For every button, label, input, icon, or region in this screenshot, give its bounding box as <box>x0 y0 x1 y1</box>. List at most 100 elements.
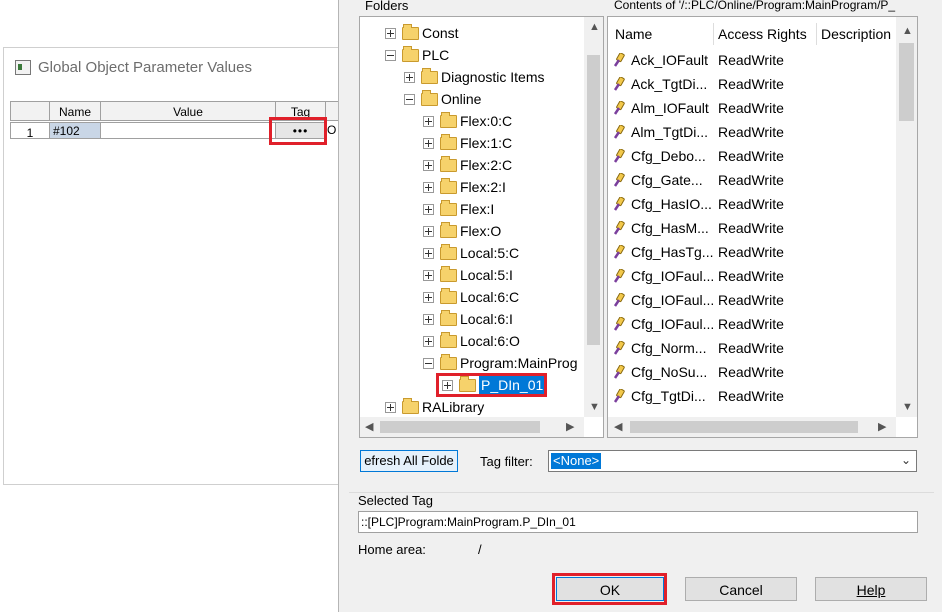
refresh-all-folders-button[interactable]: efresh All Folde <box>360 450 458 472</box>
tag-list-row[interactable]: Cfg_TgtDi... ReadWrite <box>608 384 896 408</box>
tag-list-row[interactable]: Alm_TgtDi... ReadWrite <box>608 120 896 144</box>
tag-access-rights: ReadWrite <box>718 244 784 260</box>
tag-list-row[interactable]: Ack_IOFault ReadWrite <box>608 48 896 72</box>
name-column-header[interactable]: Name <box>49 101 101 121</box>
folders-hscroll-thumb[interactable] <box>380 421 540 433</box>
tag-name: Cfg_Norm... <box>631 340 707 356</box>
expand-plus-icon[interactable] <box>423 182 434 193</box>
tag-column-header[interactable]: Tag <box>275 101 326 121</box>
tag-list-row[interactable]: Cfg_IOFaul... ReadWrite <box>608 312 896 336</box>
tag-name: Cfg_HasIO... <box>631 196 712 212</box>
folder-icon <box>440 332 457 348</box>
tag-icon <box>613 293 625 307</box>
folder-icon <box>402 24 419 40</box>
tag-list-row[interactable]: Cfg_Norm... ReadWrite <box>608 336 896 360</box>
expand-plus-icon[interactable] <box>423 204 434 215</box>
collapse-minus-icon[interactable] <box>385 50 396 61</box>
folders-horizontal-scrollbar[interactable]: ◀ ▶ <box>360 417 584 437</box>
tag-icon <box>613 197 625 211</box>
expand-plus-icon[interactable] <box>385 28 396 39</box>
expand-plus-icon[interactable] <box>423 336 434 347</box>
access-rights-column[interactable]: Access Rights <box>718 26 807 42</box>
tag-access-rights: ReadWrite <box>718 76 784 92</box>
selected-tag-field[interactable]: ::[PLC]Program:MainProgram.P_DIn_01 <box>358 511 918 533</box>
tag-browse-button[interactable]: ••• <box>275 122 326 139</box>
tag-access-rights: ReadWrite <box>718 220 784 236</box>
value-cell[interactable] <box>100 122 276 139</box>
collapse-minus-icon[interactable] <box>423 358 434 369</box>
description-column[interactable]: Description <box>821 26 891 42</box>
row-index: 1 <box>10 122 50 140</box>
collapse-minus-icon[interactable] <box>404 94 415 105</box>
contents-horizontal-scrollbar[interactable]: ◀ ▶ <box>608 417 896 437</box>
tag-list-row[interactable]: Cfg_IOFaul... ReadWrite <box>608 288 896 312</box>
tag-icon <box>613 221 625 235</box>
scroll-up-arrow-icon[interactable]: ▲ <box>589 21 600 33</box>
ok-button[interactable]: OK <box>556 577 664 601</box>
chevron-down-icon: ⌄ <box>900 453 911 467</box>
tag-filter-dropdown[interactable]: <None> ⌄ <box>548 450 917 472</box>
list-scroll-down-arrow-icon[interactable]: ▼ <box>902 401 913 413</box>
folders-tree-panel[interactable]: Const PLC Diagnostic Items Online Flex:0:C Fl… <box>359 16 604 438</box>
tag-list-row[interactable]: Cfg_Debo... ReadWrite <box>608 144 896 168</box>
name-column[interactable]: Name <box>615 26 652 42</box>
tree-item-label: Const <box>422 25 459 41</box>
tag-list-row[interactable]: Alm_IOFault ReadWrite <box>608 96 896 120</box>
expand-plus-icon[interactable] <box>423 138 434 149</box>
tag-access-rights: ReadWrite <box>718 52 784 68</box>
folder-icon <box>440 112 457 128</box>
scroll-left-arrow-icon[interactable]: ◀ <box>365 420 373 433</box>
contents-scroll-thumb[interactable] <box>899 43 914 121</box>
expand-plus-icon[interactable] <box>442 380 453 391</box>
contents-vertical-scrollbar[interactable]: ▲ ▼ <box>896 17 917 417</box>
contents-hscroll-thumb[interactable] <box>630 421 858 433</box>
row-number-header <box>10 101 50 121</box>
name-cell[interactable]: #102 <box>49 122 101 139</box>
value-column-header[interactable]: Value <box>100 101 276 121</box>
expand-plus-icon[interactable] <box>423 160 434 171</box>
help-button[interactable]: Help <box>815 577 927 601</box>
tag-list-row[interactable]: Cfg_IOFaul... ReadWrite <box>608 264 896 288</box>
tag-name: Alm_IOFault <box>631 100 709 116</box>
folder-icon <box>440 354 457 370</box>
list-scroll-right-arrow-icon[interactable]: ▶ <box>878 420 886 433</box>
contents-list-panel[interactable]: Name Access Rights Description Ack_IOFau… <box>607 16 918 438</box>
expand-plus-icon[interactable] <box>404 72 415 83</box>
tag-name: Cfg_IOFaul... <box>631 292 715 308</box>
folder-icon <box>440 156 457 172</box>
list-scroll-up-arrow-icon[interactable]: ▲ <box>902 25 913 37</box>
expand-plus-icon[interactable] <box>423 270 434 281</box>
tag-list-row[interactable]: Cfg_HasIO... ReadWrite <box>608 192 896 216</box>
expand-plus-icon[interactable] <box>423 116 434 127</box>
scroll-right-arrow-icon[interactable]: ▶ <box>566 420 574 433</box>
tag-list-row[interactable]: Cfg_Gate... ReadWrite <box>608 168 896 192</box>
expand-plus-icon[interactable] <box>423 226 434 237</box>
tag-icon <box>613 389 625 403</box>
cancel-button[interactable]: Cancel <box>685 577 797 601</box>
folders-vertical-scrollbar[interactable]: ▲ ▼ <box>584 17 603 417</box>
tag-list-row[interactable]: Cfg_HasTg... ReadWrite <box>608 240 896 264</box>
expand-plus-icon[interactable] <box>423 248 434 259</box>
tag-icon <box>613 245 625 259</box>
folder-icon <box>421 68 438 84</box>
folder-icon <box>440 288 457 304</box>
expand-plus-icon[interactable] <box>423 292 434 303</box>
tag-name: Cfg_IOFaul... <box>631 316 715 332</box>
tag-list-row[interactable]: Cfg_HasM... ReadWrite <box>608 216 896 240</box>
tag-list-row[interactable]: Ack_TgtDi... ReadWrite <box>608 72 896 96</box>
tree-item-label: P_DIn_01 <box>479 376 546 394</box>
expand-plus-icon[interactable] <box>385 402 396 413</box>
folder-icon <box>440 222 457 238</box>
tree-item-label: Program:MainProg <box>460 355 578 371</box>
tag-icon <box>613 53 625 67</box>
tag-name: Cfg_HasTg... <box>631 244 714 260</box>
folders-scroll-thumb[interactable] <box>587 55 600 345</box>
tag-icon <box>613 269 625 283</box>
scroll-down-arrow-icon[interactable]: ▼ <box>589 401 600 413</box>
folders-header: Folders <box>365 0 409 13</box>
folder-icon <box>402 398 419 414</box>
expand-plus-icon[interactable] <box>423 314 434 325</box>
tag-icon <box>613 77 625 91</box>
list-scroll-left-arrow-icon[interactable]: ◀ <box>614 420 622 433</box>
tag-list-row[interactable]: Cfg_NoSu... ReadWrite <box>608 360 896 384</box>
